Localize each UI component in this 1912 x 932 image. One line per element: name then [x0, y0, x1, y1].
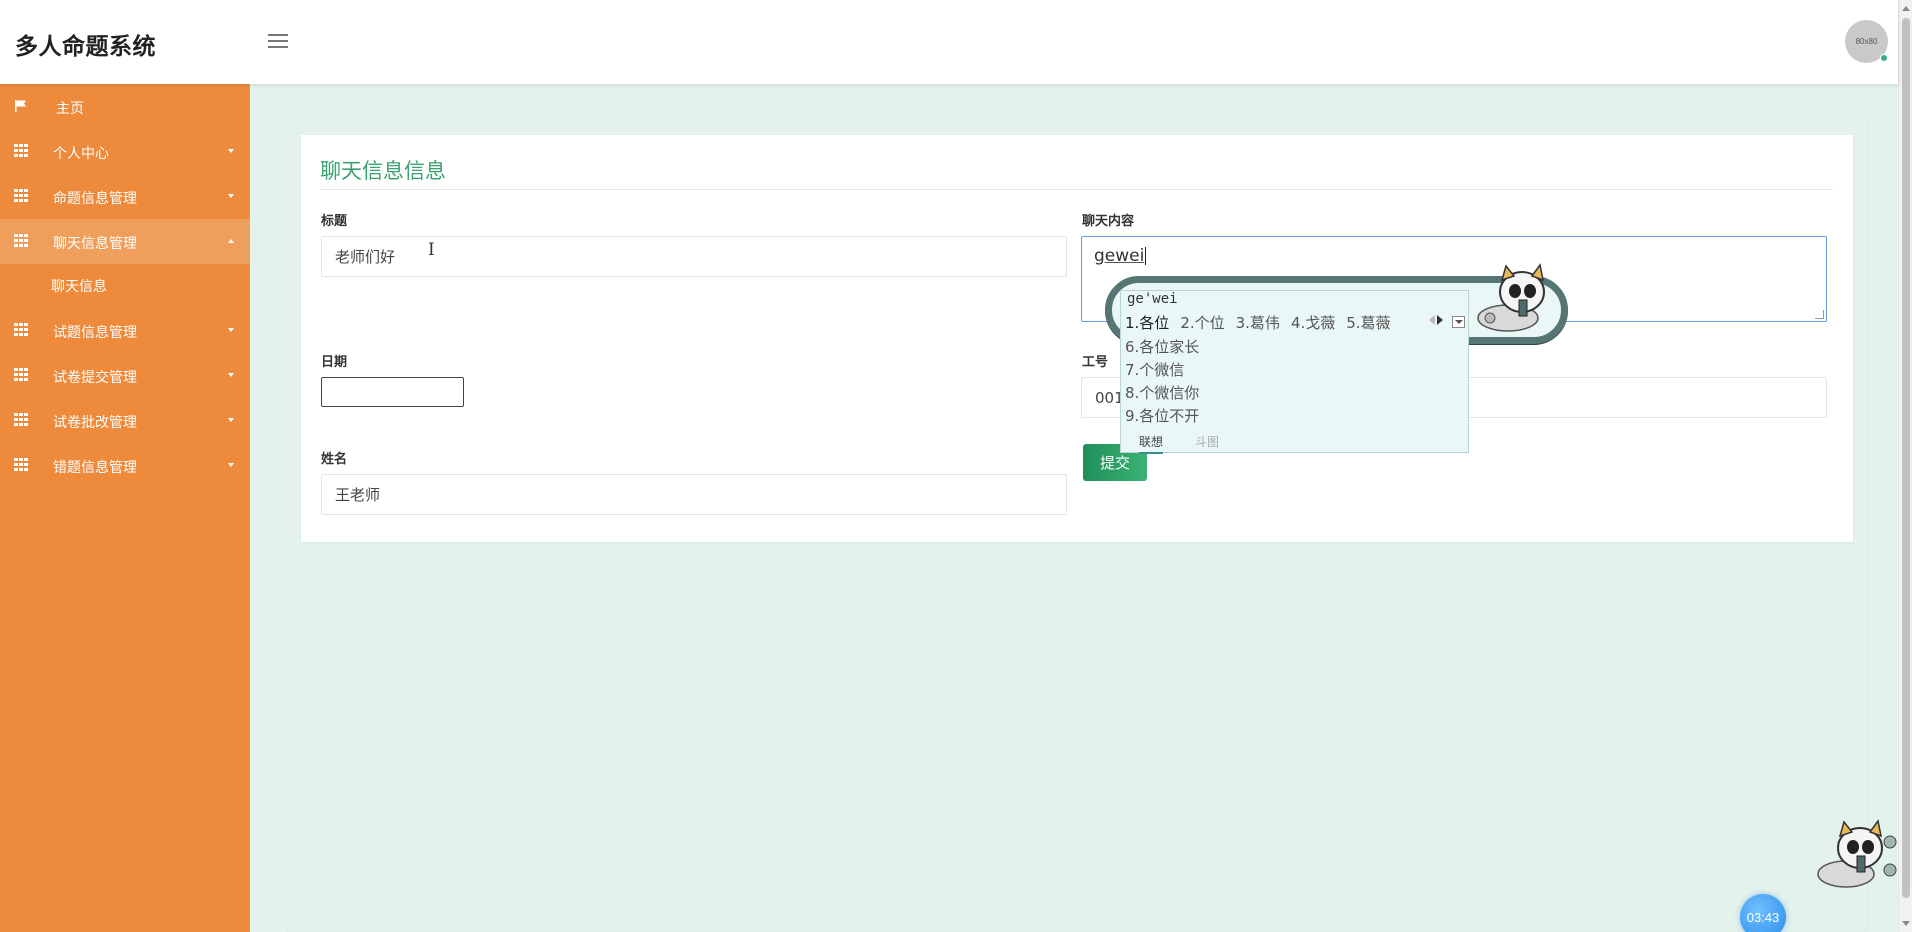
menu-toggle-icon[interactable]: [268, 33, 288, 49]
grid-icon: [14, 189, 28, 203]
online-status-dot: [1880, 54, 1888, 62]
scrollbar-thumb[interactable]: [1902, 18, 1910, 898]
sidebar-item-chat-management[interactable]: 聊天信息管理: [0, 219, 250, 264]
sidebar-item-label: 错题信息管理: [53, 460, 137, 476]
date-input[interactable]: [321, 377, 464, 407]
ime-candidate[interactable]: 4.戈薇: [1291, 314, 1335, 332]
grid-icon: [14, 368, 28, 382]
app-title: 多人命题系统: [15, 34, 156, 60]
grid-icon: [14, 458, 28, 472]
ime-candidate[interactable]: 5.葛薇: [1346, 314, 1390, 332]
sidebar-item-label: 试卷提交管理: [53, 370, 137, 386]
ime-candidate-panel: ge'wei 1.各位 2.个位 3.葛伟 4.戈薇 5.葛薇 6.各位家长 7.个微信…: [1120, 290, 1469, 454]
sidebar-item-proposition-management[interactable]: 命题信息管理: [0, 174, 250, 219]
name-input[interactable]: 王老师: [321, 474, 1067, 515]
ime-candidate[interactable]: 2.个位: [1180, 314, 1224, 332]
ime-candidate[interactable]: 3.葛伟: [1236, 314, 1280, 332]
chevron-down-icon: [228, 463, 234, 467]
sidebar-item-question-management[interactable]: 试题信息管理: [0, 308, 250, 353]
sidebar-subitem-chat-info[interactable]: 聊天信息: [0, 264, 250, 308]
grid-icon: [14, 323, 28, 337]
title-field-label: 标题: [321, 214, 348, 229]
date-field-label: 日期: [321, 355, 348, 370]
timer-badge[interactable]: 03:43: [1740, 894, 1786, 932]
scroll-down-icon[interactable]: [1902, 921, 1910, 926]
scroll-up-icon[interactable]: [1902, 6, 1910, 11]
ime-more-candidates: 6.各位家长 7.个微信 8.个微信你 9.各位不开: [1125, 336, 1199, 428]
ime-candidate[interactable]: 9.各位不开: [1125, 405, 1199, 428]
title-divider: [320, 189, 1833, 190]
next-page-icon[interactable]: [1437, 315, 1443, 325]
grid-icon: [14, 234, 28, 248]
flag-icon: [15, 100, 26, 112]
chevron-down-icon: [228, 418, 234, 422]
sidebar-item-label: 试题信息管理: [53, 325, 137, 341]
ime-candidate[interactable]: 6.各位家长: [1125, 336, 1199, 359]
sidebar-item-label: 命题信息管理: [53, 191, 137, 207]
page-title: 聊天信息信息: [320, 159, 446, 183]
text-caret: [1145, 247, 1147, 265]
chevron-down-icon: [228, 149, 234, 153]
content-text: gewei: [1094, 246, 1145, 266]
sidebar-item-label: 试卷批改管理: [53, 415, 137, 431]
top-header: 多人命题系统 80x80: [0, 0, 1898, 84]
vertical-scrollbar[interactable]: [1898, 0, 1912, 932]
sidebar-item-label: 个人中心: [53, 146, 109, 162]
sidebar-item-home[interactable]: 主页: [0, 84, 250, 129]
chevron-up-icon: [228, 239, 234, 243]
employee-id-field-label: 工号: [1082, 355, 1109, 370]
ime-tabs: 联想 斗图: [1139, 433, 1219, 454]
ime-candidates-row: 1.各位 2.个位 3.葛伟 4.戈薇 5.葛薇: [1125, 312, 1402, 333]
grid-icon: [14, 144, 28, 158]
chevron-down-icon: [228, 373, 234, 377]
sidebar-item-paper-grading-management[interactable]: 试卷批改管理: [0, 398, 250, 443]
desktop-pet-icon[interactable]: [1810, 818, 1898, 892]
prev-page-icon[interactable]: [1429, 315, 1435, 325]
chevron-down-icon: [228, 328, 234, 332]
sidebar: 主页 个人中心 命题信息管理 聊天信息管理 聊天信息 试题信息管理 试卷提交管理…: [0, 84, 250, 932]
grid-icon: [14, 413, 28, 427]
ime-expand-icon[interactable]: [1452, 316, 1465, 328]
text-cursor-icon: I: [428, 240, 435, 260]
sidebar-item-label: 聊天信息管理: [53, 236, 137, 252]
ime-mascot-icon: [1477, 263, 1545, 332]
ime-pinyin: ge'wei: [1127, 291, 1178, 307]
sidebar-item-label: 主页: [56, 101, 84, 117]
sidebar-item-wrong-question-management[interactable]: 错题信息管理: [0, 443, 250, 488]
content-field-label: 聊天内容: [1082, 214, 1135, 229]
ime-candidate[interactable]: 7.个微信: [1125, 359, 1199, 382]
name-field-label: 姓名: [321, 452, 348, 467]
ime-tab-association[interactable]: 联想: [1139, 433, 1164, 454]
ime-tab-sticker[interactable]: 斗图: [1195, 433, 1219, 454]
sidebar-item-personal-center[interactable]: 个人中心: [0, 129, 250, 174]
resize-handle-icon[interactable]: [1815, 310, 1824, 319]
ime-candidate[interactable]: 1.各位: [1125, 314, 1169, 332]
sidebar-item-paper-submit-management[interactable]: 试卷提交管理: [0, 353, 250, 398]
ime-page-arrows[interactable]: [1429, 315, 1443, 325]
chevron-down-icon: [228, 194, 234, 198]
ime-candidate[interactable]: 8.个微信你: [1125, 382, 1199, 405]
